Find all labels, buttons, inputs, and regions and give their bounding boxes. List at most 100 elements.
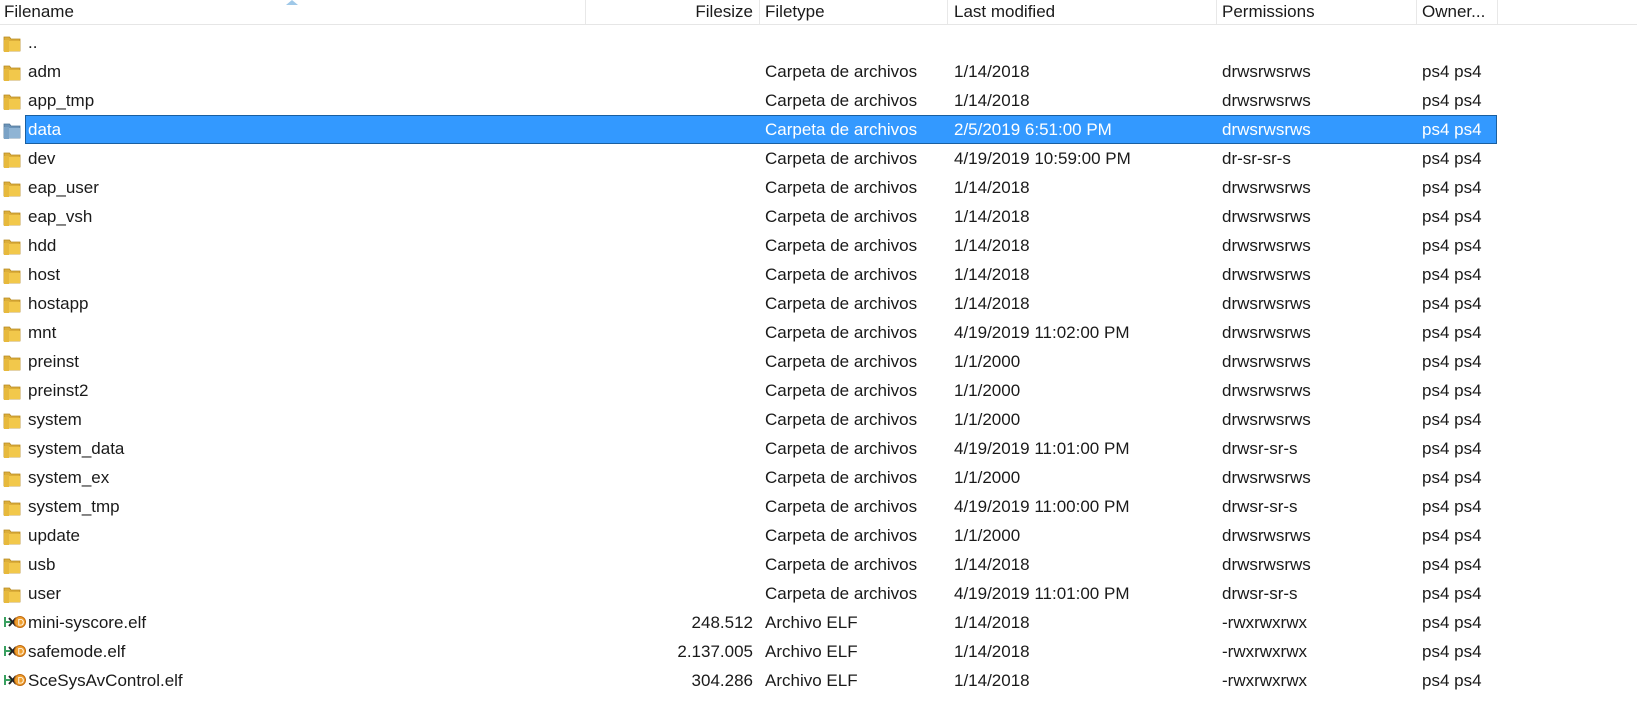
column-header-last-modified[interactable]: Last modified <box>954 0 1055 24</box>
file-last-modified: 1/14/2018 <box>954 236 1030 255</box>
column-divider[interactable] <box>1497 0 1498 24</box>
file-type: Carpeta de archivos <box>765 555 918 574</box>
file-row[interactable]: D mini-syscore.elf 248.512 Archivo ELF 1/14… <box>0 608 1637 637</box>
file-name: mini-syscore.elf <box>28 613 147 632</box>
column-header-filetype[interactable]: Filetype <box>765 0 825 24</box>
file-name: usb <box>28 555 56 574</box>
elf-file-icon: D <box>3 642 26 662</box>
folder-row[interactable]: usb Carpeta de archivos 1/14/2018 drwsrwsrw… <box>0 550 1637 579</box>
folder-icon <box>3 352 25 372</box>
folder-row[interactable]: preinst Carpeta de archivos 1/1/2000 drwsrw… <box>0 347 1637 376</box>
file-permissions: drwsrwsrws <box>1222 91 1311 110</box>
folder-row[interactable]: eap_user Carpeta de archivos 1/14/2018 drws… <box>0 173 1637 202</box>
file-owner: ps4 ps4 <box>1422 468 1482 487</box>
folder-row[interactable]: system_data Carpeta de archivos 4/19/2019 … <box>0 434 1637 463</box>
file-type: Carpeta de archivos <box>765 323 918 342</box>
file-owner: ps4 ps4 <box>1422 120 1482 139</box>
folder-icon <box>3 62 25 82</box>
column-divider[interactable] <box>1416 0 1417 24</box>
folder-row[interactable]: system_tmp Carpeta de archivos 4/19/2019 1… <box>0 492 1637 521</box>
file-owner: ps4 ps4 <box>1422 584 1482 603</box>
file-permissions: drwsrwsrws <box>1222 62 1311 81</box>
folder-icon <box>3 410 25 430</box>
folder-icon <box>3 584 25 604</box>
svg-text:D: D <box>18 647 25 657</box>
file-name: update <box>28 526 80 545</box>
file-name: app_tmp <box>28 91 95 110</box>
file-owner: ps4 ps4 <box>1422 149 1482 168</box>
file-permissions: drwsrwsrws <box>1222 207 1311 226</box>
folder-icon <box>3 149 25 169</box>
file-last-modified: 4/19/2019 11:01:00 PM <box>954 584 1130 603</box>
folder-row[interactable]: adm Carpeta de archivos 1/14/2018 drwsrwsrw… <box>0 57 1637 86</box>
file-name: preinst <box>28 352 80 371</box>
column-header-filesize[interactable]: Filesize <box>560 0 753 24</box>
file-owner: ps4 ps4 <box>1422 207 1482 226</box>
column-header-filename[interactable]: Filename <box>4 0 74 24</box>
file-name: system_data <box>28 439 125 458</box>
file-type: Carpeta de archivos <box>765 236 918 255</box>
file-type: Carpeta de archivos <box>765 381 918 400</box>
file-permissions: -rwxrwxrwx <box>1222 671 1307 690</box>
file-last-modified: 2/5/2019 6:51:00 PM <box>954 120 1112 139</box>
file-type: Carpeta de archivos <box>765 410 918 429</box>
folder-row[interactable]: preinst2 Carpeta de archivos 1/1/2000 drwsr… <box>0 376 1637 405</box>
file-owner: ps4 ps4 <box>1422 323 1482 342</box>
folder-row[interactable]: hdd Carpeta de archivos 1/14/2018 drwsrwsrw… <box>0 231 1637 260</box>
file-last-modified: 1/14/2018 <box>954 642 1030 661</box>
file-row[interactable]: D safemode.elf 2.137.005 Archivo ELF 1/14/2… <box>0 637 1637 666</box>
folder-row[interactable]: eap_vsh Carpeta de archivos 1/14/2018 drwsr… <box>0 202 1637 231</box>
file-permissions: drwsr-sr-s <box>1222 439 1298 458</box>
column-divider[interactable] <box>1216 0 1217 24</box>
folder-row[interactable]: system Carpeta de archivos 1/1/2000 drwsrws… <box>0 405 1637 434</box>
column-divider[interactable] <box>947 0 948 24</box>
file-name: preinst2 <box>28 381 89 400</box>
file-last-modified: 4/19/2019 11:01:00 PM <box>954 439 1130 458</box>
folder-row[interactable]: .. <box>0 28 1637 57</box>
file-name: user <box>28 584 62 603</box>
folder-row[interactable]: host Carpeta de archivos 1/14/2018 drwsrwsr… <box>0 260 1637 289</box>
folder-row[interactable]: dev Carpeta de archivos 4/19/2019 10:59:00… <box>0 144 1637 173</box>
folder-row[interactable]: update Carpeta de archivos 1/1/2000 drwsrws… <box>0 521 1637 550</box>
column-header-bar: Filename Filesize Filetype Last modified… <box>0 0 1637 25</box>
file-permissions: drwsrwsrws <box>1222 352 1311 371</box>
folder-row[interactable]: mnt Carpeta de archivos 4/19/2019 11:02:00… <box>0 318 1637 347</box>
file-permissions: drwsrwsrws <box>1222 468 1311 487</box>
file-permissions: drwsrwsrws <box>1222 120 1311 139</box>
file-last-modified: 1/14/2018 <box>954 178 1030 197</box>
folder-row[interactable]: data Carpeta de archivos 2/5/2019 6:51:00 … <box>0 115 1637 144</box>
file-last-modified: 1/1/2000 <box>954 468 1021 487</box>
file-name: adm <box>28 62 62 81</box>
file-name: SceSysAvControl.elf <box>28 671 183 690</box>
folder-icon <box>3 294 25 314</box>
folder-row[interactable]: user Carpeta de archivos 4/19/2019 11:01:0… <box>0 579 1637 608</box>
file-permissions: drwsrwsrws <box>1222 526 1311 545</box>
file-last-modified: 1/14/2018 <box>954 62 1030 81</box>
file-name: eap_vsh <box>28 207 93 226</box>
file-last-modified: 1/14/2018 <box>954 294 1030 313</box>
file-type: Archivo ELF <box>765 671 858 690</box>
elf-file-icon: D <box>3 613 26 633</box>
file-permissions: drwsrwsrws <box>1222 294 1311 313</box>
file-last-modified: 1/14/2018 <box>954 265 1030 284</box>
file-permissions: drwsrwsrws <box>1222 410 1311 429</box>
file-type: Carpeta de archivos <box>765 439 918 458</box>
file-type: Carpeta de archivos <box>765 468 918 487</box>
folder-row[interactable]: app_tmp Carpeta de archivos 1/14/2018 drwsr… <box>0 86 1637 115</box>
column-header-permissions[interactable]: Permissions <box>1222 0 1315 24</box>
file-owner: ps4 ps4 <box>1422 439 1482 458</box>
file-owner: ps4 ps4 <box>1422 381 1482 400</box>
file-permissions: drwsrwsrws <box>1222 178 1311 197</box>
folder-row[interactable]: hostapp Carpeta de archivos 1/14/2018 drwsr… <box>0 289 1637 318</box>
folder-icon <box>3 207 25 227</box>
file-type: Carpeta de archivos <box>765 352 918 371</box>
file-type: Carpeta de archivos <box>765 62 918 81</box>
folder-icon <box>3 265 25 285</box>
file-row[interactable]: D SceSysAvControl.elf 304.286 Archivo ELF 1… <box>0 666 1637 695</box>
column-header-owner[interactable]: Owner... <box>1422 0 1485 24</box>
folder-row[interactable]: system_ex Carpeta de archivos 1/1/2000 drws… <box>0 463 1637 492</box>
file-owner: ps4 ps4 <box>1422 178 1482 197</box>
file-owner: ps4 ps4 <box>1422 352 1482 371</box>
file-type: Carpeta de archivos <box>765 91 918 110</box>
column-divider[interactable] <box>759 0 760 24</box>
